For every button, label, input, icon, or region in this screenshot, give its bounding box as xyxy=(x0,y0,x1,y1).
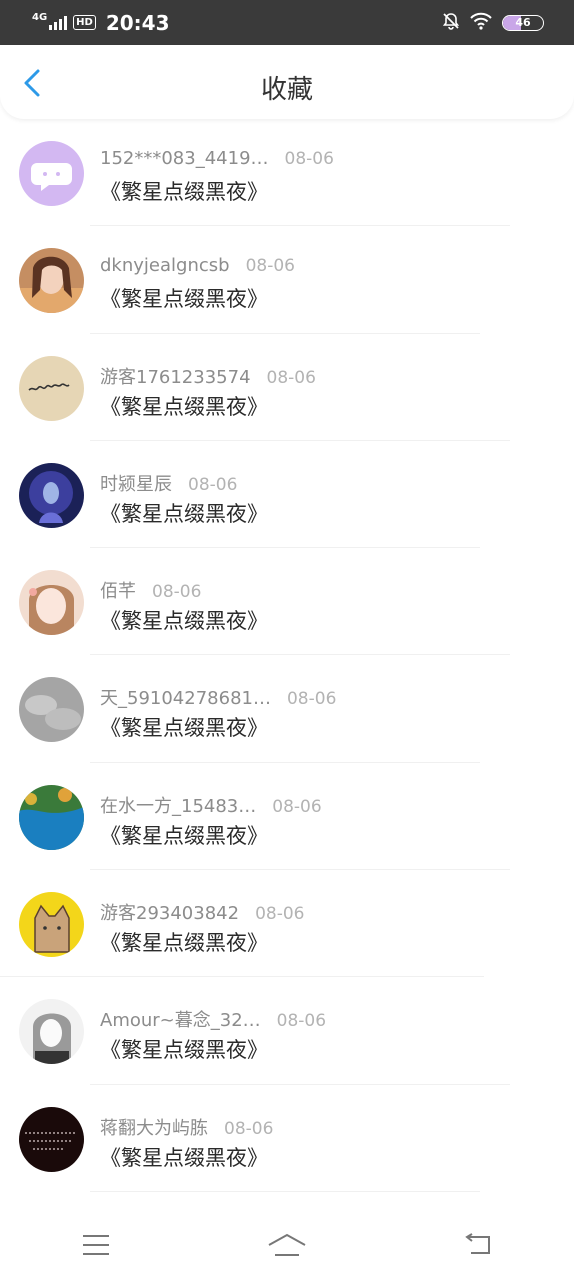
book-title[interactable]: 《繁星点缀黑夜》 xyxy=(100,283,268,313)
username: dknyjealgncsb xyxy=(100,255,230,277)
book-title[interactable]: 《繁星点缀黑夜》 xyxy=(100,391,268,421)
navigation-bar xyxy=(0,1210,574,1280)
list-item[interactable]: 佰芊 08-06 《繁星点缀黑夜》 xyxy=(0,548,574,656)
book-title[interactable]: 《繁星点缀黑夜》 xyxy=(100,820,268,850)
favorites-list: 152***083_4419… 08-06 《繁星点缀黑夜》 dknyjealgncs… xyxy=(0,119,574,1192)
book-title[interactable]: 《繁星点缀黑夜》 xyxy=(100,712,268,742)
hd-badge: HD xyxy=(73,15,96,30)
date: 08-06 xyxy=(272,796,322,817)
item-meta: dknyjealgncsb 08-06 xyxy=(100,255,295,276)
avatar[interactable] xyxy=(19,462,84,528)
avatar[interactable] xyxy=(19,784,84,850)
book-title[interactable]: 《繁星点缀黑夜》 xyxy=(100,927,268,957)
network-type: 4G xyxy=(32,11,48,23)
item-meta: 蒋翻大为屿胨 08-06 xyxy=(100,1114,273,1140)
back-icon xyxy=(465,1233,491,1254)
avatar[interactable] xyxy=(19,570,84,636)
item-meta: 佰芊 08-06 xyxy=(100,577,201,603)
date: 08-06 xyxy=(245,256,295,277)
date: 08-06 xyxy=(255,904,305,925)
avatar[interactable] xyxy=(19,892,84,958)
avatar[interactable] xyxy=(19,999,84,1065)
battery-icon: 46 xyxy=(502,14,544,31)
username: 游客293403842 xyxy=(100,903,240,925)
date: 08-06 xyxy=(266,367,316,388)
home-button[interactable] xyxy=(257,1220,317,1270)
signal-bars-icon xyxy=(49,15,68,30)
username: 游客1761233574 xyxy=(100,366,251,388)
avatar[interactable] xyxy=(19,677,84,743)
avatar[interactable] xyxy=(19,248,84,314)
bell-off-icon xyxy=(442,12,460,34)
book-title[interactable]: 《繁星点缀黑夜》 xyxy=(100,498,268,528)
status-time: 20:43 xyxy=(105,10,170,35)
item-meta: Amour~暮念_32… 08-06 xyxy=(100,1006,326,1032)
list-item[interactable]: 152***083_4419… 08-06 《繁星点缀黑夜》 xyxy=(0,119,574,227)
home-icon xyxy=(268,1233,306,1256)
list-item[interactable]: 游客1761233574 08-06 《繁星点缀黑夜》 xyxy=(0,334,574,441)
wifi-icon xyxy=(470,12,492,34)
book-title[interactable]: 《繁星点缀黑夜》 xyxy=(100,1034,268,1064)
battery-level: 46 xyxy=(515,16,531,29)
header: 收藏 xyxy=(0,45,574,119)
list-item[interactable]: 在水一方_15483… 08-06 《繁星点缀黑夜》 xyxy=(0,763,574,871)
date: 08-06 xyxy=(188,474,238,495)
username: 天_59104278681… xyxy=(100,688,271,710)
username: 152***083_4419… xyxy=(100,148,269,169)
date: 08-06 xyxy=(276,1011,327,1032)
username: 佰芊 xyxy=(100,581,136,603)
book-title[interactable]: 《繁星点缀黑夜》 xyxy=(100,1142,268,1172)
item-meta: 152***083_4419… 08-06 xyxy=(100,148,334,169)
list-item[interactable]: 时颍星辰 08-06 《繁星点缀黑夜》 xyxy=(0,441,574,549)
username: 蒋翻大为屿胨 xyxy=(100,1117,208,1139)
date: 08-06 xyxy=(286,689,337,710)
username: 在水一方_15483… xyxy=(100,795,257,817)
book-title[interactable]: 《繁星点缀黑夜》 xyxy=(100,605,268,635)
item-meta: 时颍星辰 08-06 xyxy=(100,470,237,496)
back-nav-button[interactable] xyxy=(448,1220,508,1270)
list-item[interactable]: 天_59104278681… 08-06 《繁星点缀黑夜》 xyxy=(0,655,574,763)
item-meta: 在水一方_15483… 08-06 xyxy=(100,792,322,818)
page-title: 收藏 xyxy=(260,75,313,105)
list-item[interactable]: Amour~暮念_32… 08-06 《繁星点缀黑夜》 xyxy=(0,977,574,1085)
date: 08-06 xyxy=(224,1118,274,1139)
book-title[interactable]: 《繁星点缀黑夜》 xyxy=(100,176,268,206)
list-item[interactable]: 游客293403842 08-06 《繁星点缀黑夜》 xyxy=(0,870,574,978)
item-meta: 天_59104278681… 08-06 xyxy=(100,684,336,710)
divider xyxy=(90,1190,480,1192)
list-item[interactable]: dknyjealgncsb 08-06 《繁星点缀黑夜》 xyxy=(0,226,574,334)
menu-button[interactable] xyxy=(66,1220,126,1270)
item-meta: 游客293403842 08-06 xyxy=(100,899,304,925)
date: 08-06 xyxy=(284,149,334,169)
username: 时颍星辰 xyxy=(100,473,172,495)
avatar[interactable] xyxy=(19,141,84,206)
list-item[interactable]: 蒋翻大为屿胨 08-06 《繁星点缀黑夜》 xyxy=(0,1085,574,1192)
avatar[interactable] xyxy=(19,355,84,421)
avatar[interactable] xyxy=(19,1106,84,1172)
item-meta: 游客1761233574 08-06 xyxy=(100,363,316,389)
date: 08-06 xyxy=(152,582,202,603)
menu-icon xyxy=(82,1235,109,1255)
status-bar: 4G HD 20:43 46 xyxy=(0,0,574,45)
username: Amour~暮念_32… xyxy=(100,1010,261,1032)
